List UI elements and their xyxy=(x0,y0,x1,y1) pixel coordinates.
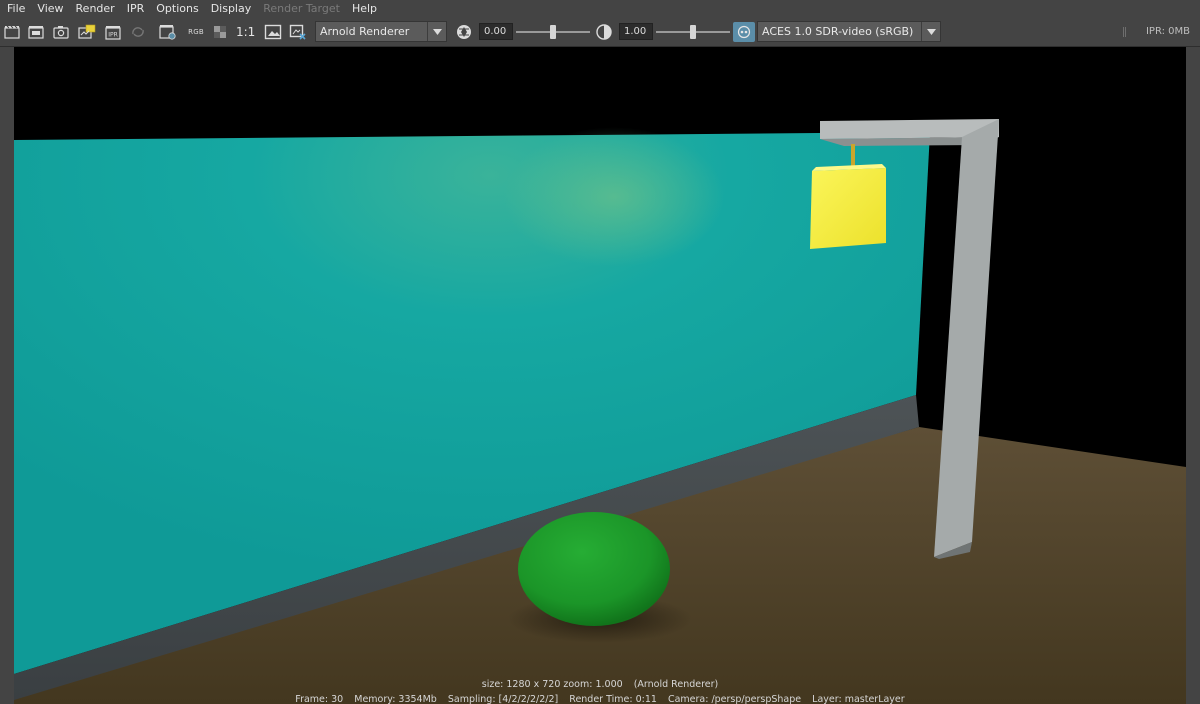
exposure-field[interactable]: 0.00 xyxy=(479,23,513,40)
render-renderer-tag: (Arnold Renderer) xyxy=(633,679,719,690)
render-layer-text: Layer: masterLayer xyxy=(812,694,905,704)
render-frame-text: Frame: 30 xyxy=(295,694,344,704)
menu-file[interactable]: File xyxy=(0,0,31,18)
snapshot-icon[interactable] xyxy=(52,22,70,42)
lamp-cord xyxy=(851,144,855,169)
menu-view[interactable]: View xyxy=(31,0,69,18)
exposure-slider-handle[interactable] xyxy=(550,25,556,39)
gamma-icon[interactable] xyxy=(594,22,614,42)
rgb-channel-icon[interactable]: RGB xyxy=(185,22,207,42)
color-management-icon[interactable] xyxy=(733,22,755,42)
ipr-toggle-icon[interactable]: IPR xyxy=(104,22,122,42)
render-frame-icon[interactable] xyxy=(3,22,21,42)
render-view-window: File View Render IPR Options Display Ren… xyxy=(0,0,1200,704)
menu-options[interactable]: Options xyxy=(150,0,204,18)
renderer-dropdown[interactable]: Arnold Renderer xyxy=(315,21,447,42)
rendered-image[interactable] xyxy=(14,47,1186,704)
render-info-stats: Frame: 30 Memory: 3354Mb Sampling: [4/2/… xyxy=(0,694,1200,704)
menu-help[interactable]: Help xyxy=(346,0,383,18)
menu-bar: File View Render IPR Options Display Ren… xyxy=(0,0,1200,18)
view-transform-dropdown[interactable]: ACES 1.0 SDR-video (sRGB) xyxy=(757,21,941,42)
gamma-slider-handle[interactable] xyxy=(690,25,696,39)
menu-render-target: Render Target xyxy=(263,2,340,15)
chevron-down-icon xyxy=(921,22,940,41)
real-size-button[interactable]: 1:1 xyxy=(236,22,255,42)
render-info-size: size: 1280 x 720 zoom: 1.000 (Arnold Ren… xyxy=(0,679,1200,690)
chevron-down-icon xyxy=(427,22,446,41)
toolbar-divider xyxy=(1123,27,1126,37)
render-sampling-text: Sampling: [4/2/2/2/2/2] xyxy=(447,694,559,704)
glowing-lamp-cube xyxy=(810,168,886,249)
remove-image-icon[interactable] xyxy=(288,22,308,42)
ipr-render-icon[interactable] xyxy=(27,22,45,42)
light-hotspot xyxy=(504,127,724,267)
menu-render[interactable]: Render xyxy=(70,0,121,18)
refresh-disabled-icon xyxy=(129,22,147,42)
green-sphere xyxy=(518,512,670,626)
menu-display[interactable]: Display xyxy=(205,0,258,18)
rendered-scene xyxy=(14,119,1186,704)
render-time-text: Render Time: 0:11 xyxy=(569,694,657,704)
keep-image-icon[interactable] xyxy=(263,22,283,42)
render-memory-text: Memory: 3354Mb xyxy=(354,694,437,704)
menu-ipr[interactable]: IPR xyxy=(121,0,151,18)
display-alpha-icon[interactable] xyxy=(211,22,229,42)
exposure-aperture-icon[interactable] xyxy=(454,22,474,42)
render-camera-text: Camera: /persp/perspShape xyxy=(667,694,802,704)
gamma-field[interactable]: 1.00 xyxy=(619,23,653,40)
render-region-icon[interactable] xyxy=(77,22,97,42)
view-transform-value: ACES 1.0 SDR-video (sRGB) xyxy=(762,25,914,38)
svg-text:IPR: IPR xyxy=(108,31,118,38)
toolbar: IPR RGB 1:1 Arnold Renderer 0.00 1.00 AC… xyxy=(0,18,1200,47)
renderer-value: Arnold Renderer xyxy=(320,25,410,38)
render-size-text: size: 1280 x 720 zoom: 1.000 xyxy=(481,679,623,690)
render-viewport[interactable]: size: 1280 x 720 zoom: 1.000 (Arnold Ren… xyxy=(0,47,1200,704)
ipr-memory-label: IPR: 0MB xyxy=(1145,26,1190,37)
render-settings-icon[interactable] xyxy=(158,22,178,42)
